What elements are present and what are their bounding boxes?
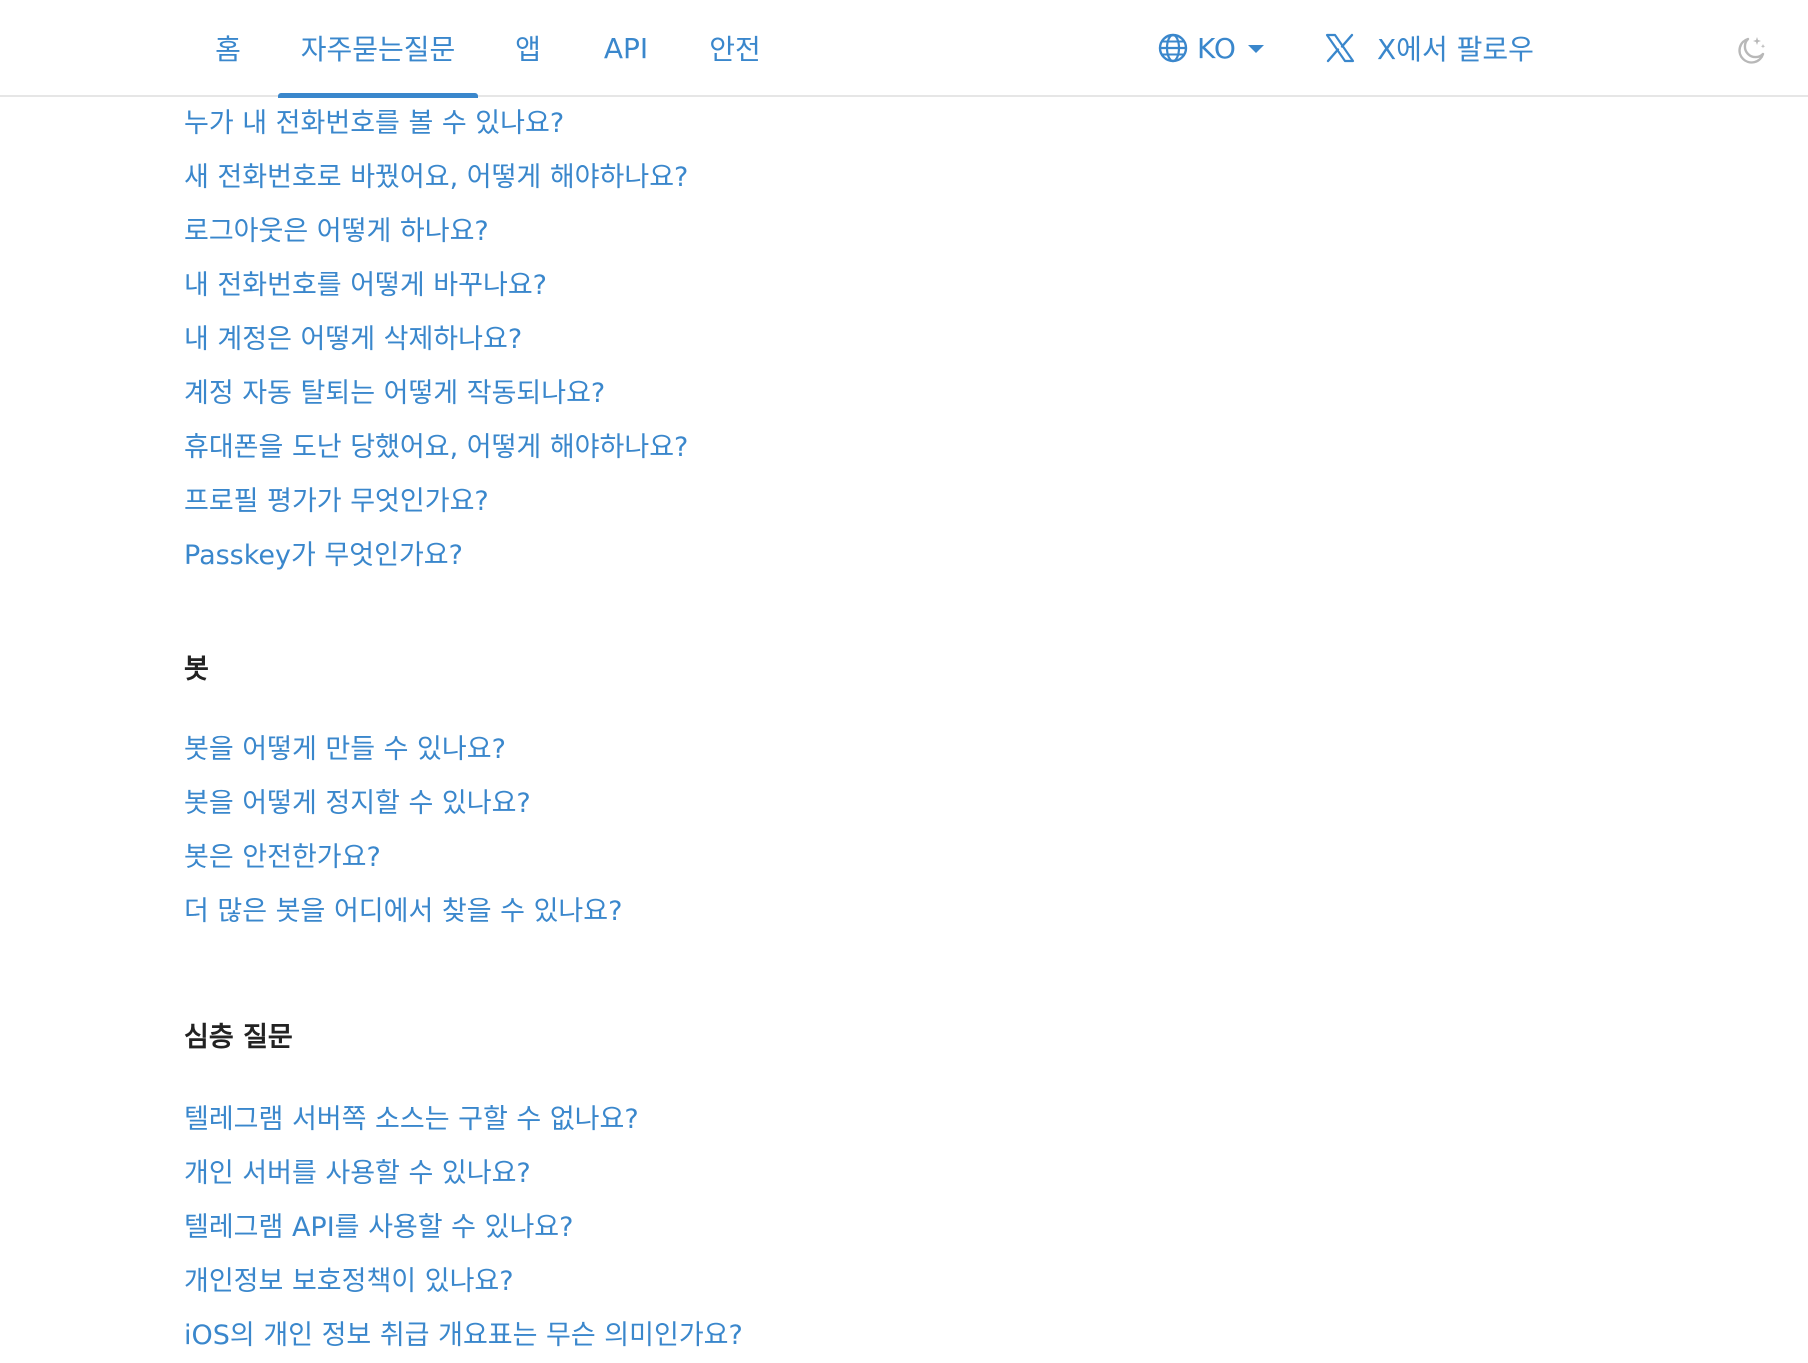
faq-link[interactable]: 계정 자동 탈퇴는 어떻게 작동되나요?	[184, 367, 1584, 421]
faq-link[interactable]: 내 전화번호를 어떻게 바꾸나요?	[184, 259, 1584, 313]
follow-label: X에서 팔로우	[1377, 33, 1534, 66]
language-code: KO	[1197, 31, 1236, 65]
moon-stars-icon	[1738, 37, 1766, 64]
section-heading-deep-questions: 심층 질문	[184, 1022, 293, 1053]
faq-link[interactable]: 텔레그램 서버쪽 소스는 구할 수 없나요?	[184, 1093, 1584, 1147]
follow-on-x-link[interactable]: X에서 팔로우	[1325, 0, 1534, 96]
section-heading-bots: 봇	[184, 654, 209, 685]
faq-content: 누가 내 전화번호를 볼 수 있나요? 새 전화번호로 바꿨어요, 어떻게 해야…	[184, 97, 1584, 1363]
faq-link[interactable]: 새 전화번호로 바꿨어요, 어떻게 해야하나요?	[184, 151, 1584, 205]
faq-link[interactable]: 개인 서버를 사용할 수 있나요?	[184, 1147, 1584, 1201]
account-questions-list: 누가 내 전화번호를 볼 수 있나요? 새 전화번호로 바꿨어요, 어떻게 해야…	[184, 97, 1584, 583]
faq-link[interactable]: 내 계정은 어떻게 삭제하나요?	[184, 313, 1584, 367]
theme-toggle-button[interactable]	[1733, 32, 1769, 68]
nav-home[interactable]: 홈	[208, 0, 248, 96]
caret-down-icon	[1247, 45, 1264, 53]
top-navigation-bar: 홈 자주묻는질문 앱 API 안전 KO X에서 팔로우	[0, 0, 1808, 98]
globe-icon	[1158, 33, 1188, 63]
faq-link[interactable]: 더 많은 봇을 어디에서 찾을 수 있나요?	[184, 885, 1584, 939]
x-logo-icon	[1325, 33, 1355, 63]
deep-questions-list: 텔레그램 서버쪽 소스는 구할 수 없나요? 개인 서버를 사용할 수 있나요?…	[184, 1093, 1584, 1363]
nav-safety[interactable]: 안전	[700, 0, 770, 96]
faq-link[interactable]: 텔레그램 API를 사용할 수 있나요?	[184, 1201, 1584, 1255]
faq-link[interactable]: 휴대폰을 도난 당했어요, 어떻게 해야하나요?	[184, 421, 1584, 475]
faq-link[interactable]: Passkey가 무엇인가요?	[184, 529, 1584, 583]
nav-faq[interactable]: 자주묻는질문	[278, 0, 478, 98]
language-selector[interactable]: KO	[1157, 0, 1264, 96]
faq-link[interactable]: 봇을 어떻게 만들 수 있나요?	[184, 723, 1584, 777]
faq-link[interactable]: 로그아웃은 어떻게 하나요?	[184, 205, 1584, 259]
bots-questions-list: 봇을 어떻게 만들 수 있나요? 봇을 어떻게 정지할 수 있나요? 봇은 안전…	[184, 723, 1584, 939]
nav-apps[interactable]: 앱	[508, 0, 548, 96]
faq-link[interactable]: iOS의 개인 정보 취급 개요표는 무슨 의미인가요?	[184, 1309, 1584, 1363]
faq-link[interactable]: 봇을 어떻게 정지할 수 있나요?	[184, 777, 1584, 831]
faq-link[interactable]: 개인정보 보호정책이 있나요?	[184, 1255, 1584, 1309]
faq-link[interactable]: 봇은 안전한가요?	[184, 831, 1584, 885]
faq-link[interactable]: 프로필 평가가 무엇인가요?	[184, 475, 1584, 529]
faq-link[interactable]: 누가 내 전화번호를 볼 수 있나요?	[184, 97, 1584, 151]
nav-api[interactable]: API	[590, 0, 662, 96]
